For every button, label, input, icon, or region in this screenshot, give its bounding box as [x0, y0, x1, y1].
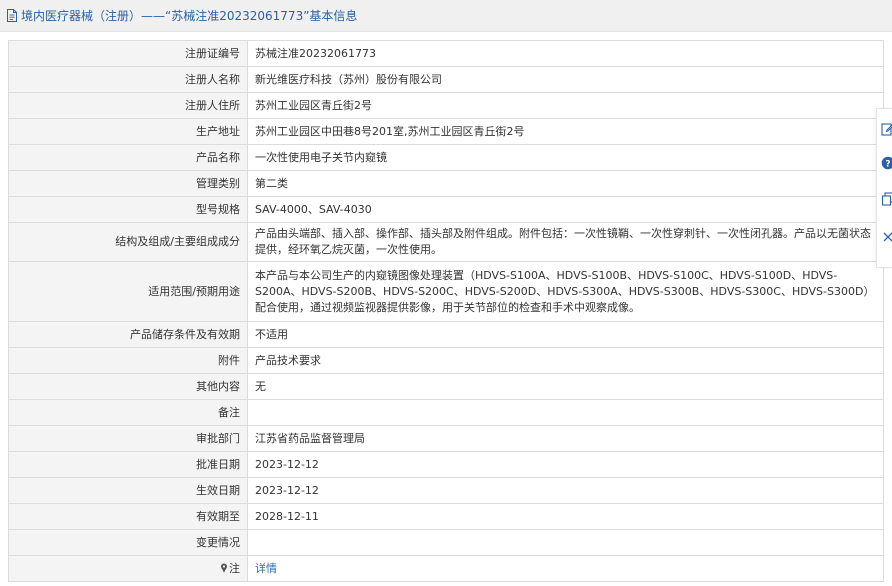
- note-label-text: 注: [229, 561, 240, 575]
- field-label: 型号规格: [8, 196, 248, 223]
- table-row: 产品储存条件及有效期 不适用: [8, 321, 884, 348]
- field-value: 苏州工业园区中田巷8号201室,苏州工业园区青丘街2号: [247, 118, 884, 145]
- field-value: [247, 529, 884, 556]
- field-value: 江苏省药品监督管理局: [247, 425, 884, 452]
- details-link[interactable]: 详情: [255, 562, 277, 575]
- table-row: 批准日期 2023-12-12: [8, 451, 884, 478]
- field-value: 本产品与本公司生产的内窥镜图像处理装置（HDVS-S100A、HDVS-S100…: [247, 261, 884, 322]
- table-row: 附件 产品技术要求: [8, 347, 884, 374]
- edit-icon[interactable]: [881, 121, 892, 137]
- field-label: 批准日期: [8, 451, 248, 478]
- field-value: 2023-12-12: [247, 451, 884, 478]
- document-icon: [7, 9, 17, 22]
- field-label: 变更情况: [8, 529, 248, 556]
- table-row: 生产地址 苏州工业园区中田巷8号201室,苏州工业园区青丘街2号: [8, 118, 884, 145]
- pin-icon: [221, 563, 227, 573]
- svg-text:?: ?: [885, 160, 890, 170]
- field-value: 第二类: [247, 170, 884, 197]
- device-info-table: 注册证编号 苏械注准20232061773 注册人名称 新光维医疗科技（苏州）股份有…: [8, 40, 884, 582]
- field-label: 备注: [8, 399, 248, 426]
- field-label: 生产地址: [8, 118, 248, 145]
- field-value: 不适用: [247, 321, 884, 348]
- help-icon[interactable]: ?: [881, 155, 892, 171]
- table-row: 产品名称 一次性使用电子关节内窥镜: [8, 144, 884, 171]
- field-label: 注册证编号: [8, 40, 248, 67]
- table-row: 变更情况: [8, 529, 884, 556]
- field-value: 2023-12-12: [247, 477, 884, 504]
- table-row: 注册人名称 新光维医疗科技（苏州）股份有限公司: [8, 66, 884, 93]
- field-label: 适用范围/预期用途: [8, 261, 248, 322]
- copy-icon[interactable]: [881, 191, 892, 207]
- field-value: SAV-4000、SAV-4030: [247, 196, 884, 223]
- field-value: 苏械注准20232061773: [247, 40, 884, 67]
- side-toolbar: ?: [876, 108, 892, 268]
- field-label: 有效期至: [8, 503, 248, 530]
- field-label: 生效日期: [8, 477, 248, 504]
- field-label: 产品储存条件及有效期: [8, 321, 248, 348]
- field-value: 产品由头端部、插入部、操作部、插头部及附件组成。附件包括：一次性镜鞘、一次性穿刺…: [247, 222, 884, 262]
- field-label: 注册人名称: [8, 66, 248, 93]
- table-row: 审批部门 江苏省药品监督管理局: [8, 425, 884, 452]
- note-label: 注: [8, 555, 248, 582]
- field-label: 产品名称: [8, 144, 248, 171]
- field-value: [247, 399, 884, 426]
- field-label: 附件: [8, 347, 248, 374]
- table-row: 生效日期 2023-12-12: [8, 477, 884, 504]
- field-value: 产品技术要求: [247, 347, 884, 374]
- page-header: 境内医疗器械（注册）——“苏械注准20232061773”基本信息: [0, 0, 892, 32]
- table-row: 型号规格 SAV-4000、SAV-4030: [8, 196, 884, 223]
- table-row: 备注: [8, 399, 884, 426]
- table-row: 注册证编号 苏械注准20232061773: [8, 40, 884, 67]
- field-label: 管理类别: [8, 170, 248, 197]
- note-row: 注 详情: [8, 555, 884, 582]
- page-title: 境内医疗器械（注册）——“苏械注准20232061773”基本信息: [21, 9, 358, 23]
- field-value: 新光维医疗科技（苏州）股份有限公司: [247, 66, 884, 93]
- field-value: 苏州工业园区青丘街2号: [247, 92, 884, 119]
- field-label: 审批部门: [8, 425, 248, 452]
- field-value: 2028-12-11: [247, 503, 884, 530]
- note-value: 详情: [247, 555, 884, 582]
- field-value: 一次性使用电子关节内窥镜: [247, 144, 884, 171]
- table-row: 注册人住所 苏州工业园区青丘街2号: [8, 92, 884, 119]
- table-row: 其他内容无: [8, 373, 884, 400]
- field-label: 结构及组成/主要组成成分: [8, 222, 248, 262]
- field-label: 其他内容: [8, 373, 248, 400]
- table-row: 结构及组成/主要组成成分 产品由头端部、插入部、操作部、插头部及附件组成。附件包括…: [8, 222, 884, 262]
- table-row: 适用范围/预期用途 本产品与本公司生产的内窥镜图像处理装置（HDVS-S100A、…: [8, 261, 884, 322]
- close-icon[interactable]: [881, 229, 892, 245]
- field-value: 无: [247, 373, 884, 400]
- field-label: 注册人住所: [8, 92, 248, 119]
- table-row: 有效期至 2028-12-11: [8, 503, 884, 530]
- table-row: 管理类别 第二类: [8, 170, 884, 197]
